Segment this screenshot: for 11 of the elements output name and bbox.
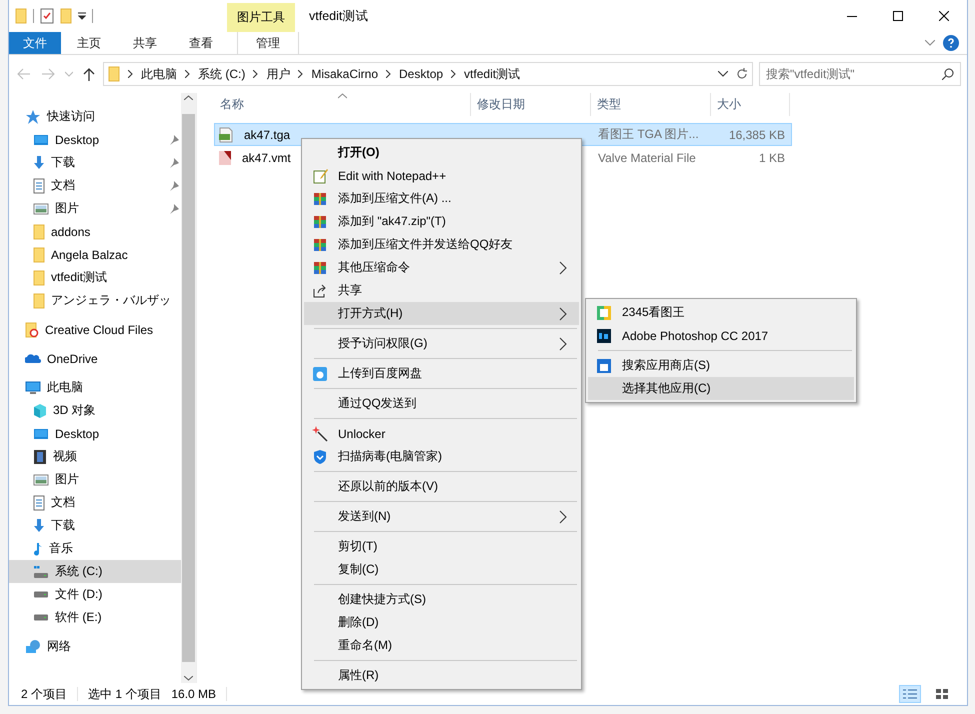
status-text: 2 个项目 <box>21 686 68 702</box>
file-type: Valve Material File <box>597 150 697 164</box>
file-type: 看图王 TGA 图片... <box>597 126 700 143</box>
status-text: 选中 1 个项目 <box>88 686 162 702</box>
window-title: vtfedit测试 <box>308 8 370 24</box>
file-size: 16,385 KB <box>728 128 786 142</box>
file-name: ak47.vmt <box>241 150 292 164</box>
file-name: ak47.tga <box>243 128 292 142</box>
file-size: 1 KB <box>758 150 786 164</box>
status-text: 16.0 MB <box>171 687 216 701</box>
context-tab-group: 图片工具 <box>227 3 295 32</box>
